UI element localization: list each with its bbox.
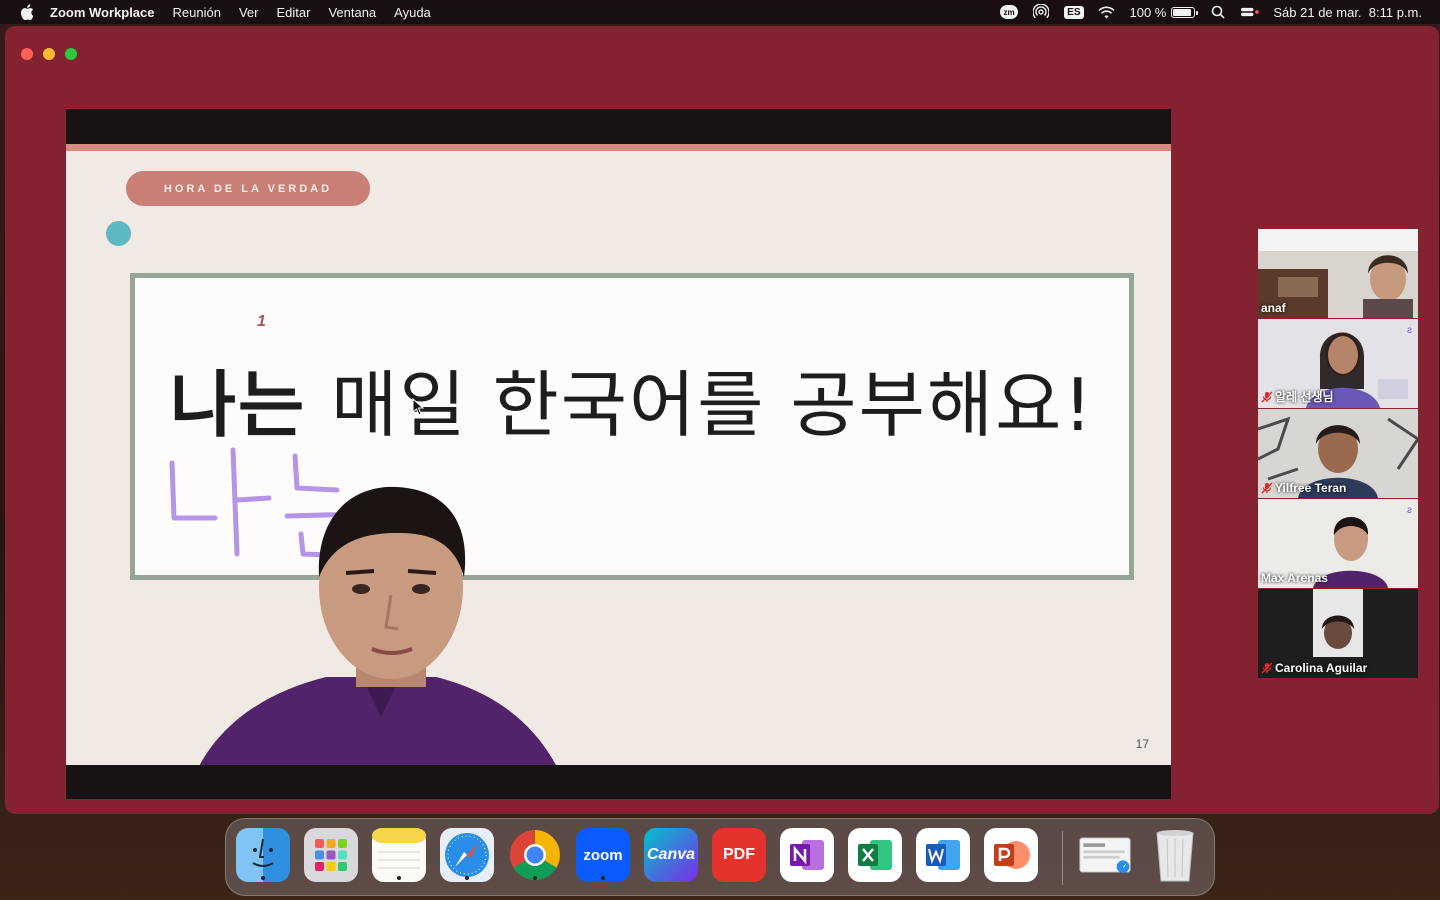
battery-percent: 100 % <box>1129 4 1167 20</box>
slide-top-bar <box>66 109 1171 144</box>
sentence-rest: 매일 한국어를 공부해요! <box>306 363 1095 447</box>
dock-separator <box>1062 831 1063 885</box>
word-icon[interactable] <box>916 828 970 882</box>
safari-icon[interactable] <box>440 828 494 882</box>
zoom-app-label: zoom <box>583 846 623 864</box>
participant-tile[interactable]: Carolina Aguilar <box>1258 589 1418 678</box>
menu-ver[interactable]: Ver <box>239 5 259 20</box>
zoom-meeting-window: HORA DE LA VERDAD 1 나는 매일 한국어를 공부해요! 나는 <box>5 26 1439 814</box>
video-filter-icon: ƨ <box>1407 325 1412 336</box>
battery-status[interactable]: 100 % <box>1129 4 1199 20</box>
korean-sentence: 나는 매일 한국어를 공부해요! <box>135 346 1129 451</box>
participant-name: anaf <box>1261 301 1286 315</box>
sentence-bold-part: 나는 <box>169 363 307 447</box>
zoom-status-icon[interactable]: zm <box>1000 4 1019 20</box>
trash-icon[interactable] <box>1148 828 1202 882</box>
pdf-app-icon[interactable]: PDF <box>712 828 766 882</box>
canva-app-label: Canva <box>646 846 696 863</box>
minimize-window-button[interactable] <box>43 48 55 60</box>
menu-clock[interactable]: Sáb 21 de mar. 8:11 p.m. <box>1273 5 1422 20</box>
annotation-mark: 1 <box>257 313 266 330</box>
input-source-badge[interactable]: ES <box>1064 5 1084 19</box>
participant-name: 알레 선생님 <box>1275 390 1334 404</box>
participant-tile[interactable]: Yilfree Teran <box>1258 409 1418 498</box>
canva-icon[interactable]: Canva <box>644 828 698 882</box>
participant-name: Max Arenas <box>1261 571 1328 585</box>
battery-fill <box>1173 8 1192 16</box>
control-center-icon[interactable] <box>1241 4 1260 20</box>
notes-icon[interactable] <box>372 828 426 882</box>
excel-icon[interactable] <box>848 828 902 882</box>
mouse-cursor-icon <box>412 398 424 416</box>
airdrop-icon[interactable] <box>1032 4 1050 20</box>
menu-app-name[interactable]: Zoom Workplace <box>50 5 155 20</box>
video-filter-icon: ƨ <box>1407 505 1412 516</box>
presenter-video-overlay <box>186 486 571 799</box>
chrome-icon[interactable] <box>508 828 562 882</box>
zoom-app-icon[interactable]: zoom <box>576 828 630 882</box>
spotlight-search-icon[interactable] <box>1209 4 1227 20</box>
slide-accent-stripe <box>66 144 1171 151</box>
onenote-icon[interactable] <box>780 828 834 882</box>
menu-editar[interactable]: Editar <box>276 5 310 20</box>
muted-mic-icon <box>1261 482 1273 494</box>
powerpoint-icon[interactable] <box>984 828 1038 882</box>
pdf-app-label: PDF <box>723 846 755 863</box>
muted-mic-icon <box>1261 391 1273 402</box>
participant-name: Yilfree Teran <box>1275 481 1347 495</box>
wifi-icon[interactable] <box>1098 4 1116 20</box>
participant-gallery: anaf ƨ 알레 선생님 Yilfree Teran ƨ Max Arenas… <box>1258 229 1418 679</box>
shared-screen[interactable]: HORA DE LA VERDAD 1 나는 매일 한국어를 공부해요! 나는 <box>66 109 1171 799</box>
teal-dot-decoration <box>106 221 131 246</box>
menu-ventana[interactable]: Ventana <box>328 5 376 20</box>
launchpad-icon[interactable] <box>304 828 358 882</box>
fullscreen-window-button[interactable] <box>65 48 77 60</box>
preview-window-icon[interactable] <box>1078 828 1132 882</box>
slide-page-number: 17 <box>1135 737 1149 751</box>
participant-tile[interactable]: anaf <box>1258 229 1418 318</box>
battery-icon <box>1171 6 1199 18</box>
menu-reunion[interactable]: Reunión <box>173 5 221 20</box>
menu-bar: Zoom Workplace Reunión Ver Editar Ventan… <box>0 0 1440 24</box>
dock: zoom Canva PDF <box>225 818 1215 896</box>
finder-icon[interactable] <box>236 828 290 882</box>
muted-mic-icon <box>1261 662 1273 674</box>
close-window-button[interactable] <box>21 48 33 60</box>
slide-bottom-bar <box>66 765 1171 799</box>
window-controls <box>21 48 77 60</box>
participant-tile[interactable]: ƨ 알레 선생님 <box>1258 319 1418 408</box>
menu-ayuda[interactable]: Ayuda <box>394 5 431 20</box>
zoom-status-label: zm <box>1004 8 1015 17</box>
participant-name: Carolina Aguilar <box>1275 661 1368 675</box>
participant-tile-active-speaker[interactable]: ƨ Max Arenas <box>1258 499 1418 588</box>
apple-menu-icon[interactable] <box>18 3 36 21</box>
slide-tag: HORA DE LA VERDAD <box>126 171 370 206</box>
handwriting-text: 나는 <box>165 438 167 439</box>
